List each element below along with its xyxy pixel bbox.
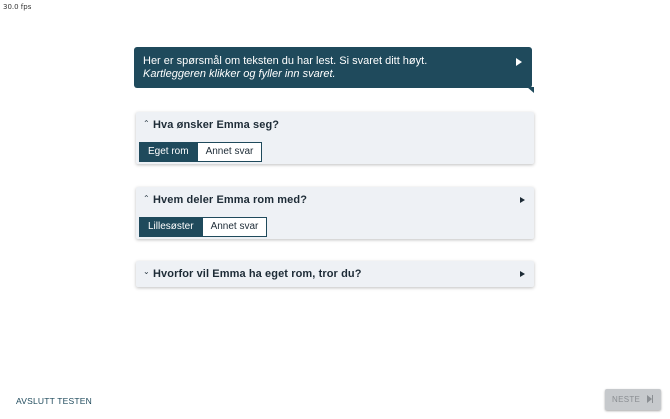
play-audio-icon[interactable] [516, 58, 522, 66]
question-header-3[interactable]: ⌄ Hvorfor vil Emma ha eget rom, tror du? [136, 261, 534, 287]
instruction-bubble: Her er spørsmål om teksten du har lest. … [134, 47, 534, 93]
chevron-up-icon[interactable]: ⌃ [143, 195, 150, 203]
answer-options-2: Lillesøster Annet svar [139, 217, 268, 237]
instruction-text: Her er spørsmål om teksten du har lest. … [143, 55, 428, 67]
chevron-up-icon[interactable]: ⌃ [143, 120, 150, 128]
question-card-3: ⌄ Hvorfor vil Emma ha eget rom, tror du? [136, 261, 534, 287]
answer-button-other[interactable]: Annet svar [197, 142, 263, 162]
next-button-label: NESTE [612, 395, 641, 404]
answer-button-selected[interactable]: Eget rom [139, 142, 198, 162]
fps-counter: 30.0 fps [3, 3, 32, 11]
question-text-2: Hvem deler Emma rom med? [153, 194, 308, 206]
finish-test-link[interactable]: AVSLUTT TESTEN [16, 396, 92, 406]
answer-button-other[interactable]: Annet svar [202, 217, 268, 237]
question-text-1: Hva ønsker Emma seg? [153, 119, 280, 131]
chevron-down-icon[interactable]: ⌄ [143, 268, 150, 276]
play-audio-icon[interactable] [520, 271, 525, 277]
play-audio-icon[interactable] [520, 197, 525, 203]
question-header-2[interactable]: ⌃ Hvem deler Emma rom med? [136, 187, 534, 213]
question-card-1: ⌃ Hva ønsker Emma seg? Eget rom Annet sv… [136, 112, 534, 164]
question-card-2: ⌃ Hvem deler Emma rom med? Lillesøster A… [136, 187, 534, 239]
answer-options-1: Eget rom Annet svar [139, 142, 263, 162]
question-header-1[interactable]: ⌃ Hva ønsker Emma seg? [136, 112, 534, 138]
instruction-note: Kartleggeren klikker og fyller inn svare… [143, 68, 336, 80]
skip-bar-icon [651, 395, 653, 403]
question-text-3: Hvorfor vil Emma ha eget rom, tror du? [153, 268, 362, 280]
answer-button-selected[interactable]: Lillesøster [139, 217, 203, 237]
next-button[interactable]: NESTE [605, 389, 661, 410]
